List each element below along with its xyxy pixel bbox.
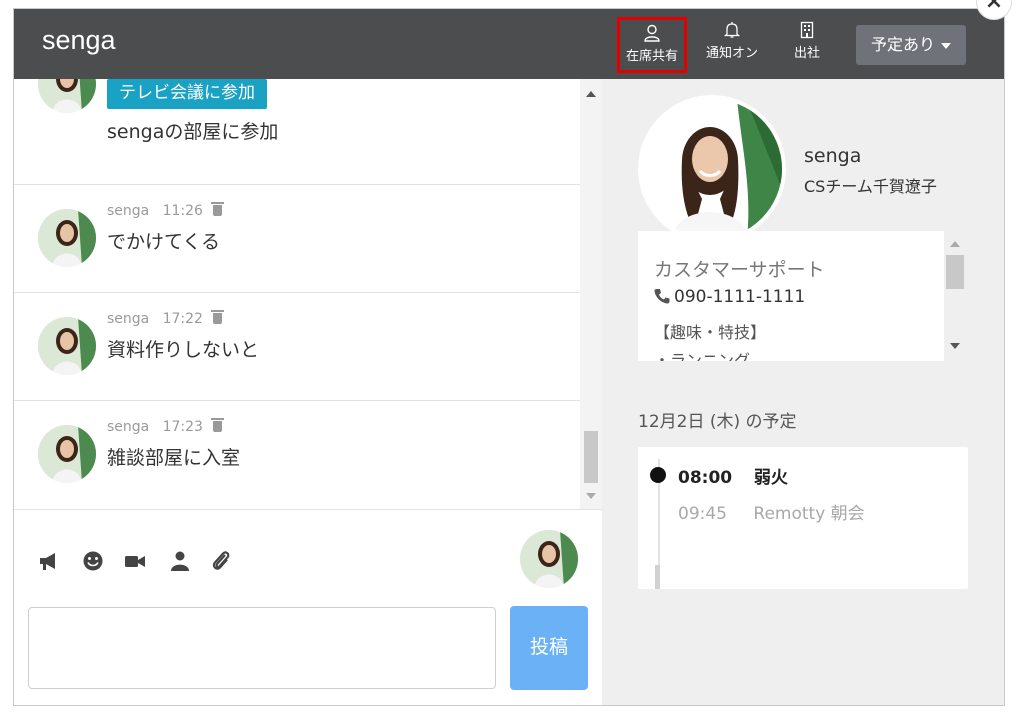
schedule-time: 09:45: [678, 504, 727, 524]
my-avatar: [520, 530, 578, 588]
profile-name: senga: [804, 145, 862, 167]
building-icon: [800, 21, 814, 39]
message-text: 雑談部屋に入室: [107, 447, 241, 469]
message-time: 17:23: [162, 419, 203, 435]
department: カスタマーサポート: [654, 259, 825, 281]
presence-share-label: 在席共有: [625, 49, 678, 64]
message-time: 11:26: [162, 203, 203, 219]
user-icon[interactable]: [169, 550, 191, 572]
schedule-time: 08:00: [678, 468, 733, 488]
scroll-down-icon[interactable]: [586, 493, 596, 499]
schedule-title: 12月2日 (木) の予定: [638, 412, 797, 432]
schedule-label: Remotty 朝会: [753, 504, 865, 524]
schedule-status-label: 予定あり: [870, 35, 935, 54]
message-scrollbar[interactable]: [580, 79, 602, 509]
profile-team: CSチーム千賀遼子: [804, 177, 937, 196]
trash-icon[interactable]: [211, 310, 225, 324]
message-user: senga: [107, 311, 150, 327]
timeline-line-end: [655, 565, 660, 589]
video-icon[interactable]: [124, 550, 146, 572]
paperclip-icon[interactable]: [210, 550, 232, 572]
schedule-item[interactable]: 09:45 Remotty 朝会: [678, 499, 865, 524]
message-text: 資料作りしないと: [107, 339, 260, 361]
trash-icon[interactable]: [211, 202, 225, 216]
megaphone-icon[interactable]: [38, 550, 60, 572]
scroll-up-icon[interactable]: [950, 241, 960, 247]
caret-down-icon: [941, 42, 951, 49]
post-button[interactable]: 投稿: [510, 606, 588, 690]
current-event-dot: [650, 467, 666, 483]
phone-icon: [654, 289, 670, 304]
trash-icon[interactable]: [211, 418, 225, 432]
list-item: senga 11:26 でかけてくる: [14, 185, 580, 293]
list-item: テレビ会議に参加 sengaの部屋に参加: [14, 79, 580, 185]
profile-panel: senga CSチーム千賀遼子 カスタマーサポート 090-1111-1111 …: [602, 79, 1004, 705]
avatar: [38, 317, 96, 375]
scroll-up-icon[interactable]: [586, 91, 596, 97]
phone-number: 090-1111-1111: [674, 287, 806, 307]
room-title: senga: [42, 25, 116, 55]
join-video-meeting-button[interactable]: テレビ会議に参加: [107, 79, 267, 109]
notification-label: 通知オン: [705, 46, 758, 61]
list-item: senga 17:23 雑談部屋に入室: [14, 401, 580, 509]
message-text: sengaの部屋に参加: [107, 121, 279, 143]
message-user: senga: [107, 203, 150, 219]
message-list[interactable]: テレビ会議に参加 sengaの部屋に参加 senga 11:26 でかけてくる: [14, 79, 580, 509]
message-meta: senga 17:23: [107, 418, 225, 435]
office-button[interactable]: 出社: [772, 17, 842, 73]
avatar: [38, 425, 96, 483]
bell-icon: [723, 22, 741, 38]
avatar: [38, 209, 96, 267]
scroll-down-icon[interactable]: [950, 343, 960, 349]
notification-button[interactable]: 通知オン: [697, 17, 767, 73]
smiley-icon[interactable]: [82, 550, 104, 572]
presence-share-button[interactable]: 在席共有: [617, 17, 687, 73]
schedule-label: 弱火: [753, 468, 788, 488]
scroll-thumb[interactable]: [584, 431, 598, 483]
profile-avatar: [638, 95, 786, 243]
office-label: 出社: [793, 46, 820, 61]
schedule-status-dropdown[interactable]: 予定あり: [856, 25, 966, 65]
app-window: senga 在席共有 通知オン 出社 予定あり テレビ会議に参加 sengaの部…: [13, 8, 1005, 706]
compose-toolbar: [14, 509, 602, 609]
chat-panel: テレビ会議に参加 sengaの部屋に参加 senga 11:26 でかけてくる: [14, 79, 602, 705]
message-meta: senga 11:26: [107, 202, 225, 219]
message-meta: senga 17:22: [107, 310, 225, 327]
scroll-thumb[interactable]: [946, 255, 964, 289]
message-user: senga: [107, 419, 150, 435]
message-input[interactable]: [28, 607, 496, 689]
avatar: [38, 79, 96, 113]
list-item: senga 17:22 資料作りしないと: [14, 293, 580, 401]
message-text: でかけてくる: [107, 231, 221, 253]
schedule-card: 08:00 弱火 09:45 Remotty 朝会: [638, 447, 968, 589]
hobby-heading: 【趣味・特技】: [654, 323, 767, 342]
person-icon: [644, 24, 660, 42]
hobby-item: ・ランニング: [654, 351, 751, 361]
profile-info-box[interactable]: カスタマーサポート 090-1111-1111 【趣味・特技】 ・ランニング: [638, 231, 944, 361]
schedule-item[interactable]: 08:00 弱火: [678, 463, 788, 488]
header-bar: senga 在席共有 通知オン 出社 予定あり: [14, 9, 1004, 79]
profile-scrollbar[interactable]: [944, 231, 966, 361]
phone-row: 090-1111-1111: [654, 287, 805, 307]
message-time: 17:22: [162, 311, 203, 327]
